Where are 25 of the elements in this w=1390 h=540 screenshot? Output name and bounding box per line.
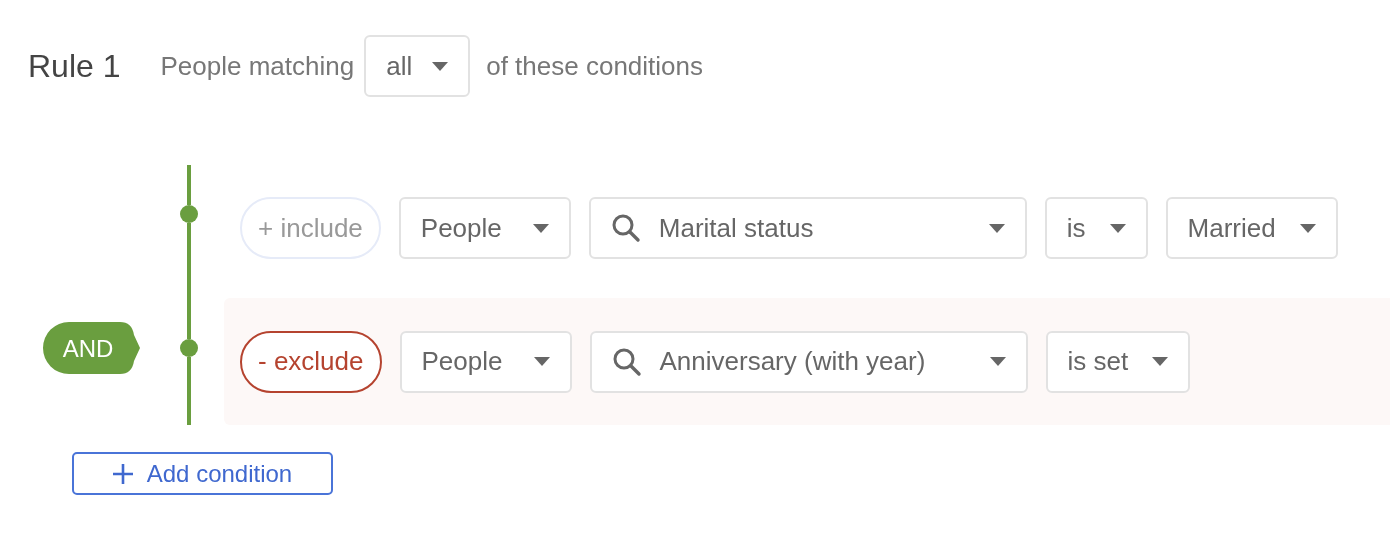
search-icon: [610, 213, 641, 243]
caret-icon: [533, 357, 550, 366]
operator-dropdown[interactable]: is: [1044, 197, 1148, 259]
match-prefix-text: People matching: [160, 49, 355, 83]
operator-dropdown[interactable]: is set: [1045, 330, 1191, 393]
add-condition-button[interactable]: Add condition: [72, 452, 333, 495]
match-suffix-text: of these conditions: [486, 49, 703, 83]
caret-icon: [989, 357, 1006, 366]
attribute-search-dropdown[interactable]: Anniversary (with year): [589, 330, 1028, 393]
match-dropdown[interactable]: all: [364, 35, 471, 97]
value-dropdown[interactable]: Married: [1165, 197, 1338, 259]
source-dropdown[interactable]: People: [399, 330, 572, 393]
caret-icon: [988, 223, 1005, 233]
plus-icon: [112, 463, 133, 484]
mode-toggle[interactable]: - exclude: [240, 330, 382, 393]
caret-icon: [1299, 223, 1316, 233]
rule-title: Rule 1: [28, 47, 121, 86]
search-icon: [611, 346, 642, 377]
and-badge: AND: [42, 321, 140, 375]
caret-icon: [532, 223, 549, 233]
caret-icon: [432, 61, 449, 71]
attribute-search-dropdown[interactable]: Marital status: [588, 197, 1027, 259]
source-dropdown[interactable]: People: [398, 197, 571, 259]
caret-icon: [1152, 357, 1169, 366]
caret-icon: [1109, 223, 1126, 233]
